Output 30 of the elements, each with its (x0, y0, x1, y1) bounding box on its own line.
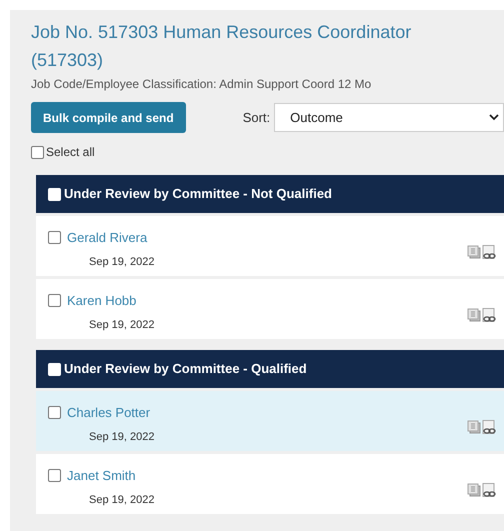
applicant-row[interactable]: Gerald Rivera Sep 19, 2022 (36, 216, 504, 276)
applicant-date: Sep 19, 2022 (89, 492, 156, 508)
applicant-name-link[interactable]: Janet Smith (67, 466, 136, 486)
chevron-down-icon (489, 114, 499, 121)
applicant-row[interactable]: Karen Hobb Sep 19, 2022 (36, 279, 504, 339)
applicant-row[interactable]: Janet Smith Sep 19, 2022 (36, 454, 504, 514)
checkbox[interactable] (48, 469, 61, 482)
sort-label: Sort: (242, 108, 270, 127)
document-link-icon[interactable] (482, 244, 496, 260)
sort-select[interactable]: Outcome (274, 103, 504, 132)
job-code-text: Job Code/Employee Classification: Admin Support Coord 12 Mo (31, 76, 372, 93)
applicant-date: Sep 19, 2022 (89, 254, 156, 270)
checkbox[interactable] (48, 294, 61, 308)
document-link-icon[interactable] (482, 308, 496, 322)
applicant-row[interactable]: Charles Potter Sep 19, 2022 (36, 391, 504, 451)
document-link-icon[interactable] (482, 482, 496, 498)
checkbox[interactable] (31, 146, 44, 158)
document-link-icon[interactable] (482, 420, 496, 434)
applicant-name-link[interactable]: Gerald Rivera (67, 228, 148, 248)
group-title: Under Review by Committee - Not Qualified (64, 185, 332, 204)
applicant-date: Sep 19, 2022 (89, 430, 156, 444)
applicant-name-link[interactable]: Karen Hobb (67, 291, 136, 310)
bulk-compile-button[interactable]: Bulk compile and send (31, 102, 186, 133)
checkbox[interactable] (48, 231, 61, 244)
applicant-date: Sep 19, 2022 (89, 318, 156, 332)
group-title: Under Review by Committee - Qualified (64, 360, 307, 378)
select-all-label: Select all (46, 144, 95, 161)
page-title: Job No. 517303 Human Resources Coordinator (517303) (31, 21, 412, 72)
applicant-name-link[interactable]: Charles Potter (67, 403, 150, 422)
checkbox[interactable] (48, 406, 61, 420)
